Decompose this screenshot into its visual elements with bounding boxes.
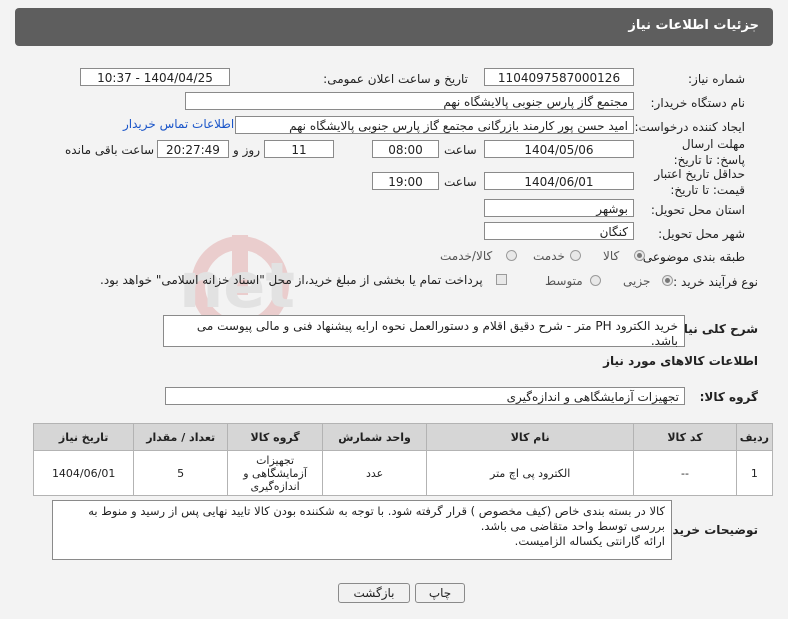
category-label: طبقه بندی موضوعی:	[638, 250, 745, 264]
remaining-time-label: ساعت باقی مانده	[65, 143, 155, 157]
price-validity-time-field: 19:00	[372, 172, 439, 190]
reply-time-label: ساعت	[444, 143, 477, 157]
price-validity-date-field: 1404/06/01	[484, 172, 634, 190]
description-textarea[interactable]: خرید الکترود PH متر - شرح دقیق اقلام و د…	[163, 315, 685, 348]
category-goods-service-label: کالا/خدمت	[440, 249, 493, 263]
col-qty-header: تعداد / مقدار	[133, 423, 229, 451]
page-header: جزئیات اطلاعات نیاز	[15, 8, 773, 46]
category-service-label: خدمت	[533, 249, 565, 263]
reply-date-field: 1404/05/06	[484, 140, 634, 158]
reply-days-field: 11	[264, 140, 334, 158]
reply-days-label: روز و	[233, 143, 260, 157]
creator-field: امید حسن پور کارمند بازرگانی مجتمع گاز پ…	[235, 116, 634, 134]
goods-group-field: تجهیزات آزمایشگاهی و اندازه‌گیری	[165, 387, 685, 405]
process-medium-radio[interactable]	[590, 275, 601, 286]
goods-group-label: گروه کالا:	[699, 390, 758, 404]
buyer-notes-line-3: ارائه گارانتی یکساله الزامیست.	[514, 534, 665, 548]
cell-qty: 5	[133, 450, 229, 496]
buyer-contact-link[interactable]: اطلاعات تماس خریدار	[123, 117, 234, 131]
page-title: جزئیات اطلاعات نیاز	[628, 18, 759, 33]
process-minor-label: جزیی	[623, 274, 651, 288]
col-row-header: ردیف	[735, 423, 774, 451]
buyer-notes-line-1: کالا در بسته بندی خاص (کیف مخصوص ) قرار …	[88, 504, 665, 518]
reply-deadline-label: مهلت ارسال پاسخ: تا تاریخ:	[673, 137, 745, 167]
cell-row: 1	[735, 450, 774, 496]
cell-unit: عدد	[322, 450, 428, 496]
announce-field: 1404/04/25 - 10:37	[80, 68, 230, 86]
category-goods-label: کالا	[603, 249, 620, 263]
city-label: شهر محل تحویل:	[658, 227, 745, 241]
need-number-field: 1104097587000126	[484, 68, 634, 86]
buyer-notes-line-2: بررسی توسط واحد متقاضی می باشد.	[480, 519, 665, 533]
description-text: خرید الکترود PH متر - شرح دقیق اقلام و د…	[196, 319, 678, 348]
process-medium-label: متوسط	[545, 274, 583, 288]
process-minor-radio[interactable]	[662, 275, 673, 286]
cell-date: 1404/06/01	[32, 450, 135, 496]
reply-time-field: 08:00	[372, 140, 439, 158]
buyer-field: مجتمع گاز پارس جنوبی پالایشگاه نهم	[185, 92, 634, 110]
category-goods-service-radio[interactable]	[506, 250, 517, 261]
table-header-row: ردیف کد کالا نام کالا واحد شمارش گروه کا…	[32, 423, 774, 451]
announce-label: تاریخ و ساعت اعلان عمومی:	[323, 72, 468, 86]
back-button[interactable]: بازگشت	[338, 583, 410, 603]
goods-table: ردیف کد کالا نام کالا واحد شمارش گروه کا…	[32, 423, 774, 496]
col-date-header: تاریخ نیاز	[32, 423, 135, 451]
table-row: 1 -- الکترود پی اچ متر عدد تجهیزات آزمای…	[32, 450, 774, 496]
creator-label: ایجاد کننده درخواست:	[634, 120, 745, 134]
treasury-payment-checkbox[interactable]	[496, 274, 507, 285]
treasury-payment-note: پرداخت تمام یا بخشی از مبلغ خرید،از محل …	[100, 273, 483, 287]
province-label: استان محل تحویل:	[650, 203, 745, 217]
category-goods-radio[interactable]	[634, 250, 645, 261]
buyer-notes-textarea[interactable]: کالا در بسته بندی خاص (کیف مخصوص ) قرار …	[52, 500, 672, 560]
remaining-time-field: 20:27:49	[157, 140, 229, 158]
col-code-header: کد کالا	[633, 423, 737, 451]
goods-section-title: اطلاعات کالاهای مورد نیاز	[603, 354, 758, 368]
province-field: بوشهر	[484, 199, 634, 217]
category-service-radio[interactable]	[570, 250, 581, 261]
price-validity-label: حداقل تاریخ اعتبار قیمت: تا تاریخ:	[654, 167, 745, 197]
process-label: نوع فرآیند خرید :	[673, 275, 758, 289]
col-name-header: نام کالا	[426, 423, 635, 451]
cell-name: الکترود پی اچ متر	[426, 450, 635, 496]
col-unit-header: واحد شمارش	[322, 423, 428, 451]
city-field: کنگان	[484, 222, 634, 240]
need-number-label: شماره نیاز:	[688, 72, 745, 86]
print-button[interactable]: چاپ	[415, 583, 465, 603]
cell-code: --	[633, 450, 737, 496]
buyer-label: نام دستگاه خریدار:	[650, 96, 746, 110]
col-group-header: گروه کالا	[227, 423, 324, 451]
price-validity-time-label: ساعت	[444, 175, 477, 189]
cell-group: تجهیزات آزمایشگاهی و اندازه‌گیری	[227, 450, 324, 496]
